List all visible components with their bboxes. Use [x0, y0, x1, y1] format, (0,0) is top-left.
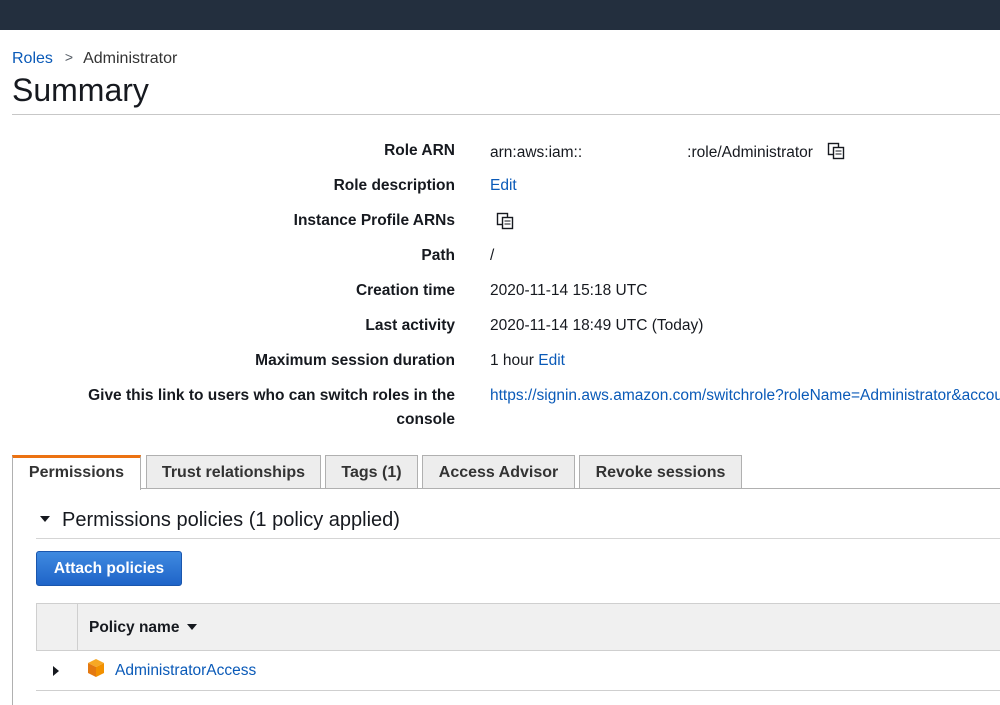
attach-policies-button[interactable]: Attach policies [36, 551, 182, 586]
role-arn-suffix: :role/Administrator [687, 144, 813, 161]
copy-icon[interactable] [827, 142, 845, 160]
expand-row-caret-icon[interactable] [53, 666, 59, 676]
switch-role-label-line1: Give this link to users who can switch r… [88, 387, 455, 404]
permissions-policies-header[interactable]: Permissions policies (1 policy applied) [40, 509, 400, 532]
role-arn-value: arn:aws:iam:::role/Administrator [490, 142, 845, 162]
switch-role-label-line2: console [396, 411, 455, 428]
path-label: Path [421, 247, 455, 264]
role-description-label: Role description [333, 177, 455, 194]
column-header-policy-name[interactable]: Policy name [89, 619, 198, 637]
max-session-edit-link[interactable]: Edit [538, 352, 565, 369]
breadcrumb-separator: > [64, 49, 74, 65]
section-divider [36, 538, 1000, 539]
creation-time-value: 2020-11-14 15:18 UTC [490, 282, 648, 299]
policy-name-link[interactable]: AdministratorAccess [115, 662, 256, 680]
max-session-value: 1 hour [490, 352, 534, 369]
switch-role-url-link[interactable]: https://signin.aws.amazon.com/switchrole… [490, 387, 1000, 404]
sort-caret-icon [187, 624, 198, 630]
last-activity-label: Last activity [365, 317, 455, 334]
breadcrumb-roles-link[interactable]: Roles [12, 50, 53, 67]
tab-tags[interactable]: Tags (1) [325, 455, 418, 488]
breadcrumb: Roles > Administrator [12, 49, 178, 68]
tab-permissions[interactable]: Permissions [12, 455, 141, 490]
role-arn-label: Role ARN [384, 142, 455, 159]
max-session-label: Maximum session duration [255, 352, 455, 369]
page-title: Summary [12, 72, 149, 108]
tab-trust-relationships[interactable]: Trust relationships [146, 455, 321, 488]
tab-revoke-sessions[interactable]: Revoke sessions [579, 455, 742, 488]
role-arn-prefix: arn:aws:iam:: [490, 144, 583, 161]
breadcrumb-current: Administrator [83, 50, 178, 67]
role-description-edit-link[interactable]: Edit [490, 177, 517, 194]
instance-profile-label: Instance Profile ARNs [293, 212, 455, 229]
path-value: / [490, 247, 495, 264]
last-activity-value: 2020-11-14 18:49 UTC (Today) [490, 317, 704, 334]
collapse-caret-icon [40, 516, 50, 522]
permissions-policies-title: Permissions policies (1 policy applied) [62, 509, 400, 531]
console-top-bar [0, 0, 1000, 30]
copy-icon[interactable] [496, 212, 514, 230]
title-divider [12, 114, 1000, 115]
tab-access-advisor[interactable]: Access Advisor [422, 455, 575, 488]
expand-column-header [37, 604, 78, 650]
column-header-label: Policy name [89, 619, 180, 636]
table-row: AdministratorAccess [36, 651, 1000, 691]
policy-table-header: Policy name [36, 603, 1000, 651]
aws-managed-policy-cube-icon [86, 658, 106, 678]
creation-time-label: Creation time [355, 282, 455, 299]
